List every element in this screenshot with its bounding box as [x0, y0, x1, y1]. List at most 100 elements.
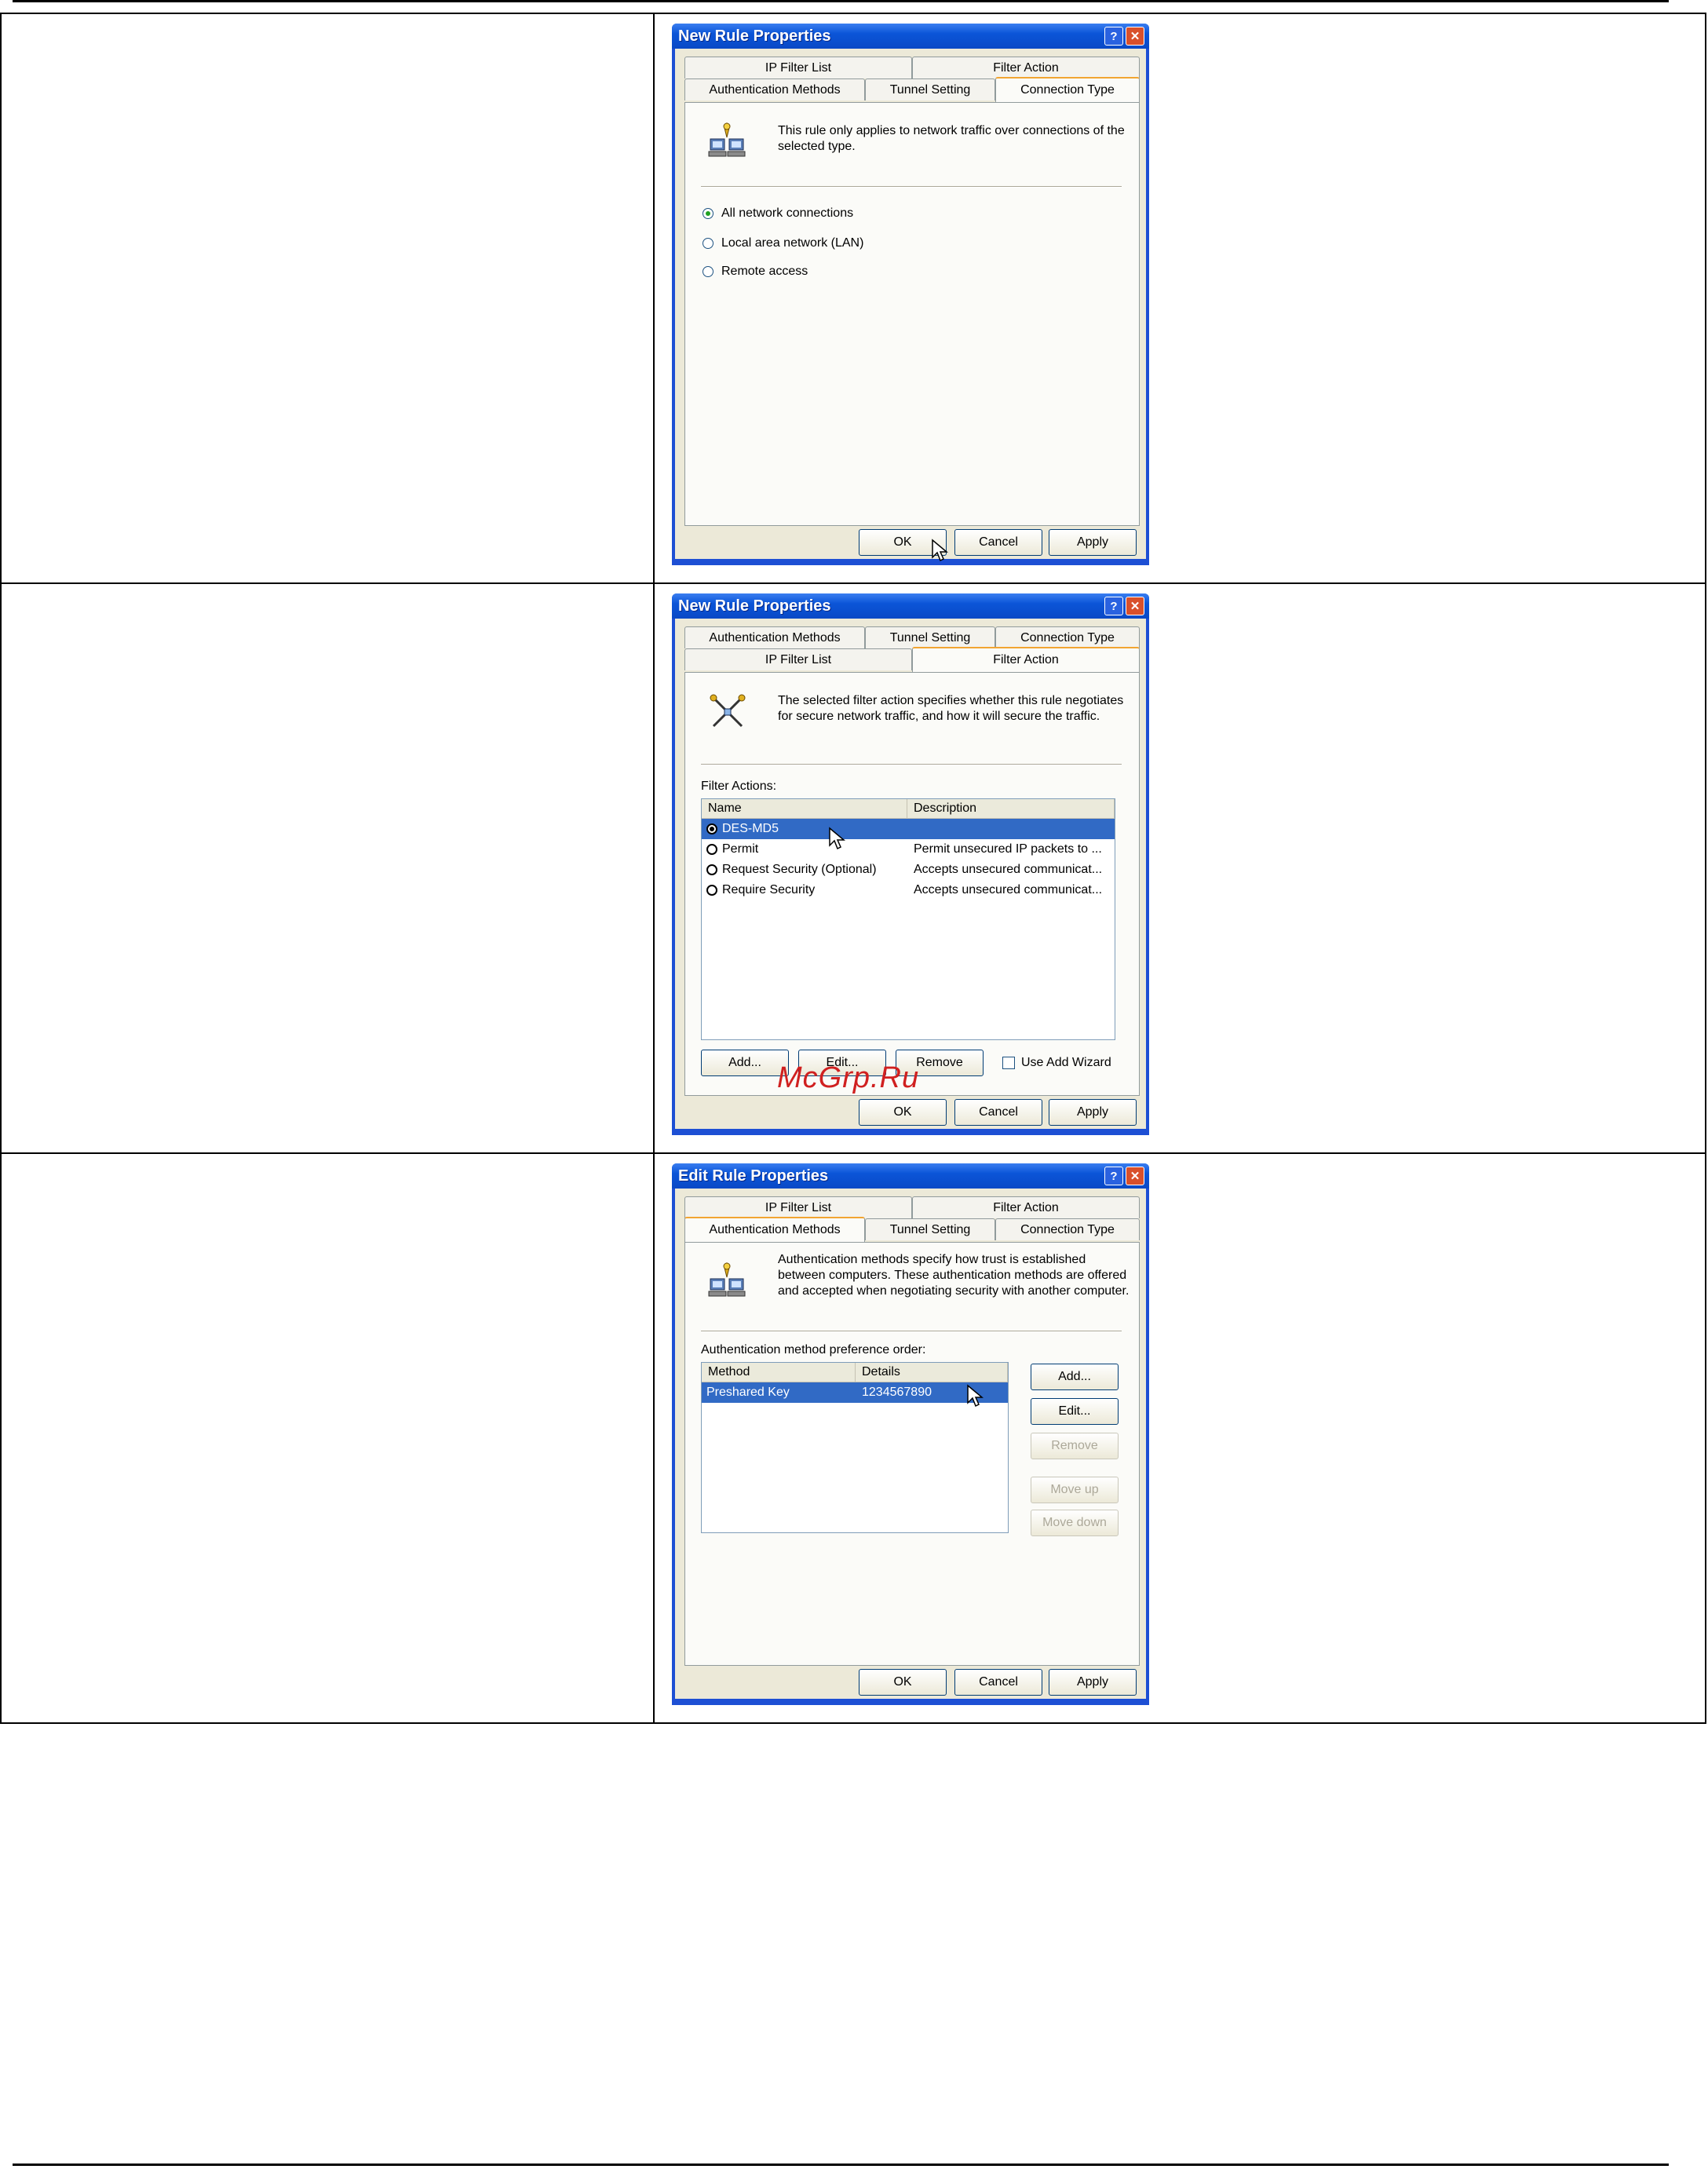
tab-ip-filter-list[interactable]: IP Filter List: [684, 1196, 912, 1218]
tab-connection-type[interactable]: Connection Type: [995, 626, 1140, 648]
tab-tunnel-setting[interactable]: Tunnel Setting: [865, 1218, 995, 1240]
radio-button[interactable]: [703, 208, 713, 219]
column-header-description[interactable]: Description: [907, 799, 1115, 818]
tab-ip-filter-list[interactable]: IP Filter List: [684, 57, 912, 79]
authentication-methods-list[interactable]: Method Details Preshared Key 1234567890: [701, 1362, 1009, 1533]
radio-button[interactable]: [706, 885, 717, 896]
tab-authentication-methods[interactable]: Authentication Methods: [684, 1217, 865, 1242]
column-header-details[interactable]: Details: [856, 1363, 1008, 1382]
network-computers-icon: [708, 1262, 746, 1297]
tab-filter-action[interactable]: Filter Action: [912, 57, 1140, 79]
checkbox[interactable]: [1002, 1057, 1015, 1069]
radio-label: Remote access: [721, 265, 808, 278]
document-table: New Rule Properties ? ✕ IP Filter List F…: [0, 13, 1706, 1724]
table-cell-empty: [0, 13, 655, 584]
dialog-authentication-methods: Edit Rule Properties ? ✕ IP Filter List …: [672, 1163, 1149, 1705]
list-item[interactable]: Permit Permit unsecured IP packets to ..…: [702, 839, 1115, 860]
radio-label: Local area network (LAN): [721, 236, 864, 250]
row-name: DES-MD5: [722, 822, 779, 835]
help-button[interactable]: ?: [1104, 1167, 1123, 1185]
move-up-button[interactable]: Move up: [1031, 1477, 1119, 1503]
bottom-rule: [13, 2164, 1669, 2166]
radio-button[interactable]: [706, 844, 717, 855]
divider: [701, 186, 1122, 188]
dialog-client: IP Filter List Filter Action Authenticat…: [675, 1189, 1146, 1699]
column-header-method[interactable]: Method: [702, 1363, 856, 1382]
filter-actions-label: Filter Actions:: [701, 780, 777, 793]
list-item[interactable]: Request Security (Optional) Accepts unse…: [702, 860, 1115, 880]
use-add-wizard-checkbox[interactable]: Use Add Wizard: [1002, 1056, 1111, 1070]
close-button[interactable]: ✕: [1126, 27, 1144, 46]
cancel-button[interactable]: Cancel: [954, 1099, 1042, 1126]
tab-sheet: Authentication methods specify how trust…: [684, 1242, 1140, 1666]
cancel-button[interactable]: Cancel: [954, 1669, 1042, 1696]
tab-connection-type[interactable]: Connection Type: [995, 1218, 1140, 1240]
close-button[interactable]: ✕: [1126, 597, 1144, 615]
tab-authentication-methods[interactable]: Authentication Methods: [684, 626, 865, 648]
table-row: Edit Rule Properties ? ✕ IP Filter List …: [0, 1152, 1706, 1724]
ok-button[interactable]: OK: [859, 1669, 947, 1696]
list-header: Name Description: [702, 799, 1115, 819]
dialog-title: New Rule Properties: [678, 27, 831, 45]
list-item[interactable]: Preshared Key 1234567890: [702, 1382, 1008, 1403]
mouse-cursor-icon: [932, 539, 948, 562]
description-text: The selected filter action specifies whe…: [778, 694, 1124, 723]
tab-filter-action[interactable]: Filter Action: [912, 647, 1140, 672]
tab-connection-type[interactable]: Connection Type: [995, 77, 1140, 102]
add-button[interactable]: Add...: [701, 1050, 789, 1076]
tab-strip: IP Filter List Filter Action Authenticat…: [684, 1196, 1140, 1242]
apply-button[interactable]: Apply: [1049, 1099, 1137, 1126]
radio-button[interactable]: [706, 823, 717, 834]
list-item[interactable]: DES-MD5: [702, 819, 1115, 839]
mouse-cursor-icon: [829, 827, 845, 850]
row-method: Preshared Key: [706, 1386, 790, 1399]
top-rule: [13, 0, 1669, 2]
filter-actions-list[interactable]: Name Description DES-MD5 Permit Permit u…: [701, 798, 1115, 1040]
tab-sheet: The selected filter action specifies whe…: [684, 672, 1140, 1096]
close-button[interactable]: ✕: [1126, 1167, 1144, 1185]
mouse-cursor-icon: [967, 1384, 984, 1408]
checkbox-label: Use Add Wizard: [1021, 1056, 1111, 1069]
help-button[interactable]: ?: [1104, 597, 1123, 615]
ok-button[interactable]: OK: [859, 1099, 947, 1126]
row-name: Require Security: [722, 883, 816, 896]
row-name: Permit: [722, 842, 759, 856]
row-details: 1234567890: [862, 1386, 932, 1399]
dialog-title: Edit Rule Properties: [678, 1167, 829, 1185]
tab-authentication-methods[interactable]: Authentication Methods: [684, 79, 865, 100]
row-description: Permit unsecured IP packets to ...: [914, 842, 1102, 856]
move-down-button[interactable]: Move down: [1031, 1510, 1119, 1536]
tab-filter-action[interactable]: Filter Action: [912, 1196, 1140, 1218]
dialog-client: IP Filter List Filter Action Authenticat…: [675, 49, 1146, 562]
radio-button[interactable]: [706, 864, 717, 875]
add-button[interactable]: Add...: [1031, 1364, 1119, 1390]
network-computers-icon: [708, 122, 746, 157]
tab-tunnel-setting[interactable]: Tunnel Setting: [865, 79, 995, 100]
tab-tunnel-setting[interactable]: Tunnel Setting: [865, 626, 995, 648]
description-text: This rule only applies to network traffi…: [778, 124, 1125, 153]
radio-remote-access[interactable]: Remote access: [703, 265, 808, 279]
apply-button[interactable]: Apply: [1049, 1669, 1137, 1696]
radio-local-area-network[interactable]: Local area network (LAN): [703, 236, 863, 250]
watermark-text: McGrp.Ru: [777, 1061, 920, 1094]
tab-ip-filter-list[interactable]: IP Filter List: [684, 648, 912, 670]
apply-button[interactable]: Apply: [1049, 529, 1137, 556]
tab-strip: IP Filter List Filter Action Authenticat…: [684, 57, 1140, 102]
title-bar: New Rule Properties ? ✕: [672, 24, 1149, 49]
cancel-button[interactable]: Cancel: [954, 529, 1042, 556]
radio-button[interactable]: [703, 238, 713, 249]
radio-all-network-connections[interactable]: All network connections: [703, 206, 853, 221]
dialog-filter-action: New Rule Properties ? ✕ Authentication M…: [672, 593, 1149, 1135]
tab-sheet: This rule only applies to network traffi…: [684, 102, 1140, 526]
table-cell-screenshot: Edit Rule Properties ? ✕ IP Filter List …: [653, 1152, 1706, 1724]
remove-button[interactable]: Remove: [1031, 1433, 1119, 1459]
edit-button[interactable]: Edit...: [1031, 1398, 1119, 1425]
column-header-name[interactable]: Name: [702, 799, 907, 818]
dialog-connection-type: New Rule Properties ? ✕ IP Filter List F…: [672, 24, 1149, 565]
tab-strip: Authentication Methods Tunnel Setting Co…: [684, 626, 1140, 672]
radio-button[interactable]: [703, 266, 713, 277]
dialog-client: Authentication Methods Tunnel Setting Co…: [675, 619, 1146, 1129]
preference-order-label: Authentication method preference order:: [701, 1343, 926, 1357]
list-item[interactable]: Require Security Accepts unsecured commu…: [702, 880, 1115, 900]
help-button[interactable]: ?: [1104, 27, 1123, 46]
